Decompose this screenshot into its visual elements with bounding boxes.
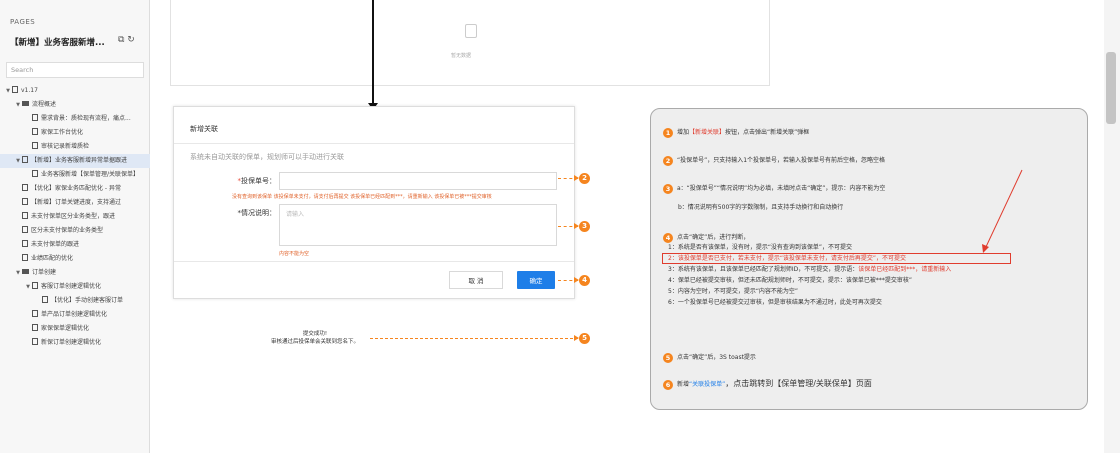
red-arrow-overlay: [982, 169, 1023, 253]
red-arrow-line: [984, 169, 1023, 250]
scrollbar-thumb[interactable]: [1106, 52, 1116, 124]
red-arrow-head-icon: [982, 244, 989, 253]
